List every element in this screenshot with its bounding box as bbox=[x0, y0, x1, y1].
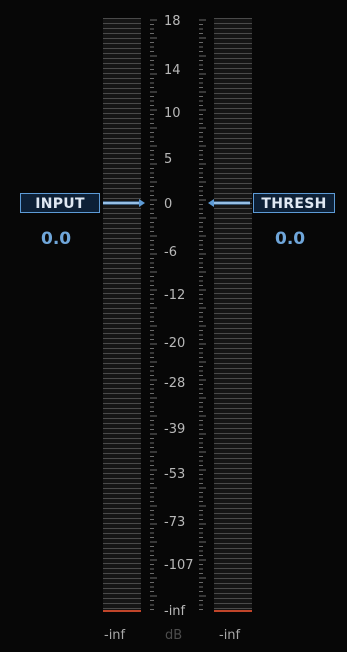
scale-label: 5 bbox=[164, 152, 172, 167]
scale-label: -73 bbox=[164, 515, 185, 530]
thresh-arrow-icon bbox=[208, 199, 214, 207]
scale-label: -6 bbox=[164, 245, 177, 260]
scale-label: -12 bbox=[164, 288, 185, 303]
right-meter-readout: -inf bbox=[219, 628, 241, 643]
scale-label: -20 bbox=[164, 336, 185, 351]
scale-label: -107 bbox=[164, 558, 194, 573]
input-value[interactable]: 0.0 bbox=[41, 229, 71, 249]
scale-label: 14 bbox=[164, 63, 181, 78]
thresh-value[interactable]: 0.0 bbox=[275, 229, 305, 249]
thresh-label[interactable]: THRESH bbox=[253, 193, 335, 213]
meter-panel: 18 14 10 5 0 -6 -12 -20 -28 -39 -53 -73 -107 -inf INP… bbox=[0, 0, 347, 652]
input-arrow-icon bbox=[139, 199, 145, 207]
unit-label: dB bbox=[165, 628, 183, 643]
scale-label: -28 bbox=[164, 376, 185, 391]
scale-label: 10 bbox=[164, 106, 181, 121]
scale-label: -53 bbox=[164, 467, 185, 482]
scale-label: -39 bbox=[164, 422, 185, 437]
left-meter-readout: -inf bbox=[104, 628, 126, 643]
scale-label: 18 bbox=[164, 14, 181, 29]
db-scale: 18 14 10 5 0 -6 -12 -20 -28 -39 -53 -73 -107 -inf bbox=[103, 11, 250, 619]
scale-label: -inf bbox=[164, 604, 186, 619]
input-label[interactable]: INPUT bbox=[20, 193, 100, 213]
scale-label: 0 bbox=[164, 197, 172, 212]
